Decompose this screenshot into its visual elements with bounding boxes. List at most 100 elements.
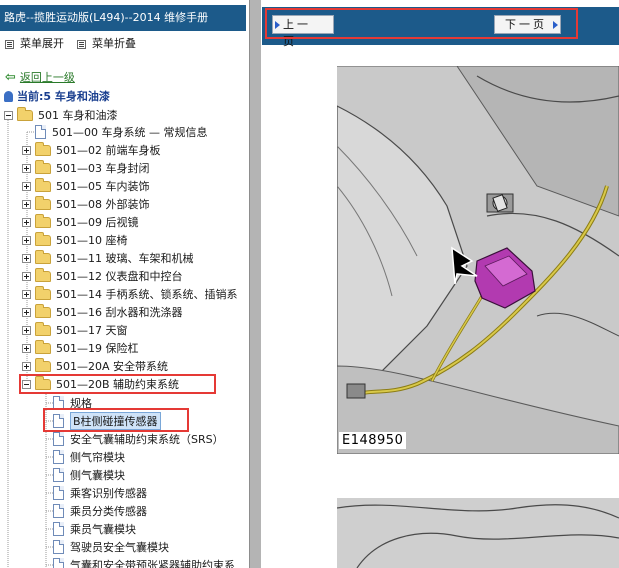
folder-open-icon — [35, 375, 51, 390]
tree-item-label: 501—11 玻璃、车架和机械 — [56, 252, 194, 265]
left-navigation-panel: 路虎--揽胜运动版(L494)--2014 维修手册 菜单展开 菜单折叠 ⇦ 返… — [0, 0, 249, 568]
expand-toggle-icon[interactable] — [22, 199, 31, 209]
expand-toggle-icon[interactable] — [22, 325, 31, 335]
b-pillar-sensor-drawing — [337, 66, 619, 454]
tree-item[interactable]: 501—03 车身封闭 — [22, 159, 150, 177]
service-illustration: E148950 — [337, 66, 619, 454]
tree-subitem-label: B柱侧碰撞传感器 — [70, 412, 161, 430]
content-panel: 上一页 下一页 E148950 — [261, 0, 619, 568]
tree-item[interactable]: 501—02 前端车身板 — [22, 141, 161, 159]
tree-subitem[interactable]: 气囊和安全带预张紧器辅助约束系 — [53, 556, 235, 568]
pager-bar: 上一页 下一页 — [262, 7, 619, 48]
folder-icon — [35, 159, 51, 174]
tree-item[interactable]: 501—00 车身系统 — 常规信息 — [35, 123, 207, 141]
folder-icon — [35, 357, 51, 372]
expand-toggle-icon[interactable] — [22, 217, 31, 227]
expand-toggle-icon[interactable] — [22, 181, 31, 191]
menu-collapse-button[interactable]: 菜单折叠 — [77, 37, 136, 51]
folder-icon — [35, 231, 51, 246]
manual-title: 路虎--揽胜运动版(L494)--2014 维修手册 — [4, 11, 209, 24]
tree-subitem[interactable]: 驾驶员安全气囊模块 — [53, 538, 169, 556]
menu-collapse-label: 菜单折叠 — [92, 37, 136, 50]
folder-icon — [35, 249, 51, 264]
tree-item[interactable]: 501—16 刮水器和洗涤器 — [22, 303, 183, 321]
tree-item-label: 501—20A 安全带系统 — [56, 360, 169, 373]
back-link[interactable]: 返回上一级 — [20, 69, 75, 85]
tree-item-expanded[interactable]: 501—20B 辅助约束系统 — [22, 375, 179, 393]
tree-subitem[interactable]: 乘客识别传感器 — [53, 484, 147, 502]
tree-item[interactable]: 501—05 车内装饰 — [22, 177, 150, 195]
document-icon — [53, 396, 64, 410]
tree-item[interactable]: 501—08 外部装饰 — [22, 195, 150, 213]
expand-toggle-icon[interactable] — [22, 253, 31, 263]
tree-item-label: 501—10 座椅 — [56, 234, 128, 247]
collapse-toggle-icon[interactable] — [22, 379, 31, 389]
tree-subitem-label: 安全气囊辅助约束系统（SRS） — [70, 433, 224, 446]
tree-subitem-selected[interactable]: B柱侧碰撞传感器 — [53, 412, 161, 430]
tree-subitem[interactable]: 安全气囊辅助约束系统（SRS） — [53, 430, 224, 448]
document-icon — [53, 468, 64, 482]
document-icon — [53, 558, 64, 568]
tree-item[interactable]: 501—09 后视镜 — [22, 213, 139, 231]
tree-item-label: 501—02 前端车身板 — [56, 144, 161, 157]
folder-icon — [35, 339, 51, 354]
folder-icon — [35, 321, 51, 336]
tree-subitem[interactable]: 侧气帘模块 — [53, 448, 125, 466]
tree-subitem[interactable]: 乘员分类传感器 — [53, 502, 147, 520]
figure-caption: E148950 — [339, 432, 407, 449]
tree-subitem[interactable]: 侧气囊模块 — [53, 466, 125, 484]
document-icon — [53, 486, 64, 500]
manual-title-bar: 路虎--揽胜运动版(L494)--2014 维修手册 — [0, 5, 246, 31]
prev-page-label: 上一页 — [283, 18, 311, 48]
tree-subitem[interactable]: 乘员气囊模块 — [53, 520, 136, 538]
menu-list-icon — [77, 39, 86, 49]
next-page-button[interactable]: 下一页 — [494, 15, 561, 34]
expand-toggle-icon[interactable] — [22, 361, 31, 371]
folder-open-icon — [17, 106, 33, 121]
triangle-left-icon — [275, 21, 280, 29]
tree-item[interactable]: 501—10 座椅 — [22, 231, 128, 249]
menu-expand-button[interactable]: 菜单展开 — [5, 37, 64, 51]
collapse-toggle-icon[interactable] — [4, 110, 13, 120]
current-location: 当前:5 车身和油漆 — [4, 89, 110, 103]
prev-page-button[interactable]: 上一页 — [272, 15, 334, 48]
document-icon — [53, 414, 64, 428]
document-icon — [53, 450, 64, 464]
tree-root-501[interactable]: 501 车身和油漆 — [4, 106, 118, 124]
tree-item[interactable]: 501—11 玻璃、车架和机械 — [22, 249, 194, 267]
folder-icon — [35, 285, 51, 300]
tree-item-label: 501—20B 辅助约束系统 — [56, 378, 180, 391]
tree-subitem-label: 驾驶员安全气囊模块 — [70, 541, 169, 554]
expand-toggle-icon[interactable] — [22, 289, 31, 299]
tree-item-label: 501—09 后视镜 — [56, 216, 139, 229]
menu-list-icon — [5, 39, 14, 49]
tree-subitem[interactable]: 规格 — [53, 394, 92, 412]
expand-toggle-icon[interactable] — [22, 145, 31, 155]
expand-toggle-icon[interactable] — [22, 343, 31, 353]
folder-icon — [35, 195, 51, 210]
tree-item[interactable]: 501—14 手柄系统、锁系统、插销系 — [22, 285, 238, 303]
tree-item-label: 501—12 仪表盘和中控台 — [56, 270, 183, 283]
location-pin-icon — [4, 90, 13, 102]
tree-item[interactable]: 501—19 保险杠 — [22, 339, 139, 357]
tree-item[interactable]: 501—20A 安全带系统 — [22, 357, 168, 375]
expand-toggle-icon[interactable] — [22, 307, 31, 317]
tree-item-label: 501—14 手柄系统、锁系统、插销系 — [56, 288, 238, 301]
back-link-row[interactable]: ⇦ 返回上一级 — [5, 69, 75, 85]
tree-item-label: 501—19 保险杠 — [56, 342, 139, 355]
expand-toggle-icon[interactable] — [22, 163, 31, 173]
tree-subitem-label: 侧气帘模块 — [70, 451, 125, 464]
expand-toggle-icon[interactable] — [22, 235, 31, 245]
panel-splitter[interactable] — [249, 0, 261, 568]
expand-toggle-icon[interactable] — [22, 271, 31, 281]
tree-subitem-label: 侧气囊模块 — [70, 469, 125, 482]
document-icon — [35, 125, 46, 139]
tree-item-label: 501—16 刮水器和洗涤器 — [56, 306, 183, 319]
tree-item-label: 501—08 外部装饰 — [56, 198, 150, 211]
triangle-right-icon — [553, 21, 558, 29]
back-arrow-icon: ⇦ — [5, 69, 16, 85]
folder-icon — [35, 141, 51, 156]
folder-icon — [35, 177, 51, 192]
tree-item[interactable]: 501—12 仪表盘和中控台 — [22, 267, 183, 285]
tree-item[interactable]: 501—17 天窗 — [22, 321, 128, 339]
